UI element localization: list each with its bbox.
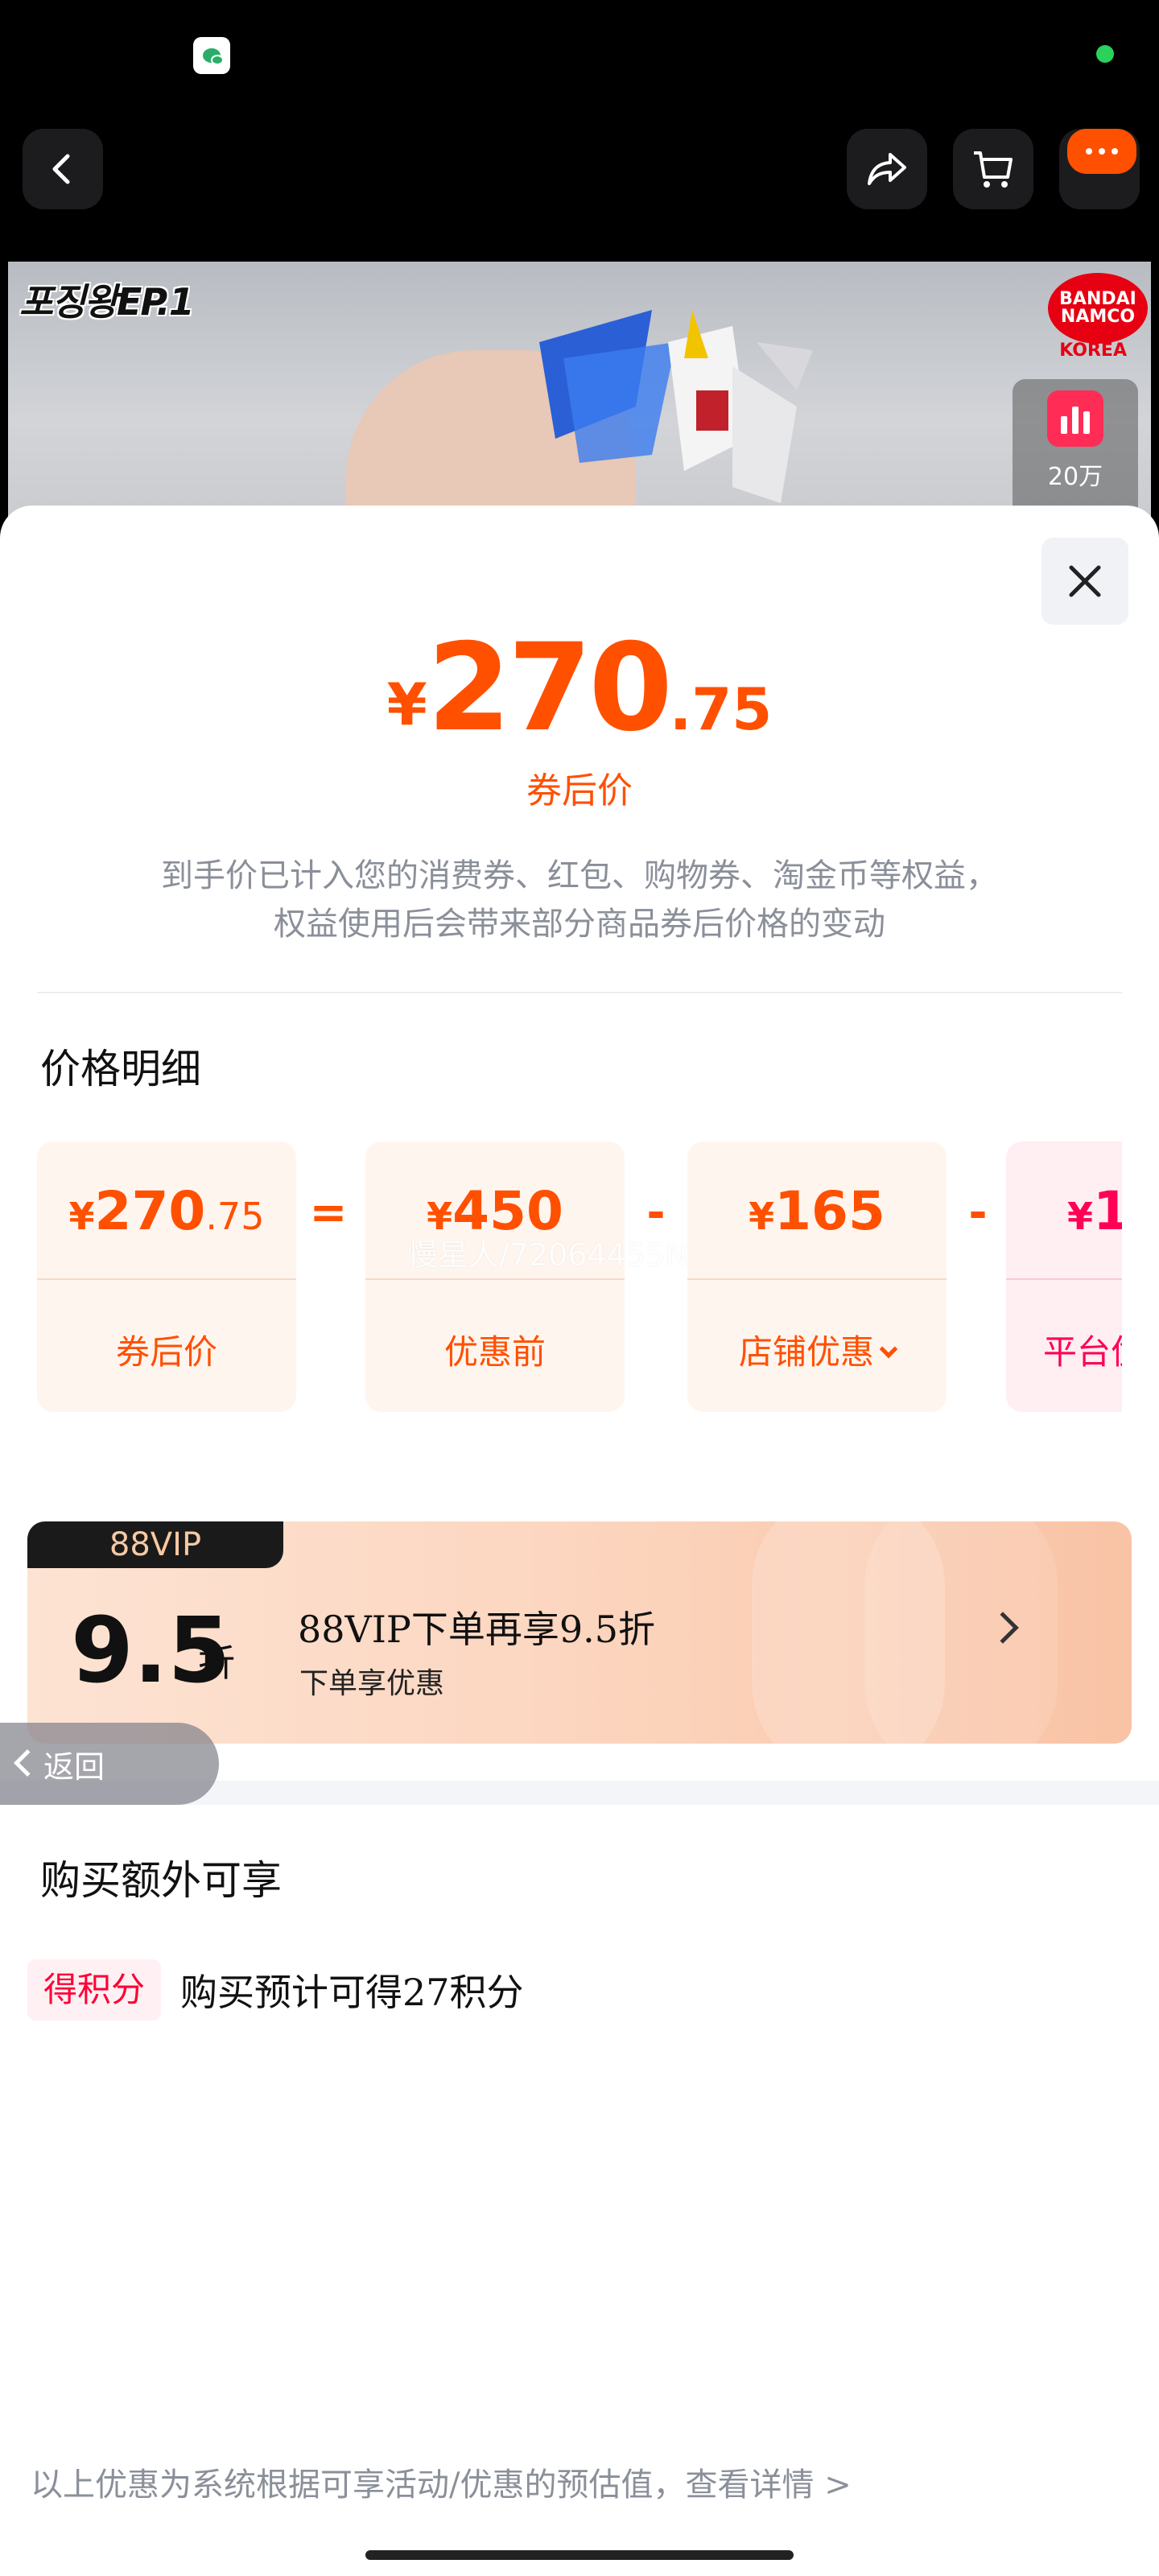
cart-button[interactable]: [953, 129, 1033, 209]
points-tag: 得积分: [27, 1959, 162, 2021]
breakdown-label: 券后价: [115, 1332, 217, 1372]
vip-discount-banner[interactable]: 88VIP 9.5 折 88VIP下单再享9.5折 下单享优惠: [27, 1521, 1132, 1744]
floating-back-button[interactable]: 返回: [0, 1723, 219, 1805]
share-icon: [868, 153, 906, 185]
points-benefit: 得积分 购买预计可得27积分: [27, 1959, 524, 2021]
brand-line-2: NAMCO: [1060, 307, 1136, 327]
breakdown-card-original: ¥450 优惠前: [365, 1141, 625, 1412]
message-badge[interactable]: [1067, 129, 1136, 174]
hot-count: 20万: [1047, 463, 1103, 491]
home-indicator[interactable]: [365, 2550, 794, 2560]
breakdown-label: 优惠前: [443, 1332, 546, 1372]
vip-discount-unit: 折: [198, 1641, 235, 1685]
price-breakdown[interactable]: ¥270.75 券后价 = ¥450 优惠前 - ¥165 店铺优惠 - ¥14…: [37, 1141, 1122, 1415]
points-text: 购买预计可得27积分: [180, 1971, 524, 2014]
extra-benefits-title: 购买额外可享: [40, 1857, 282, 1904]
minus-operator: -: [968, 1187, 988, 1239]
store-discount-label: 店铺优惠: [738, 1332, 874, 1372]
top-nav: [0, 121, 1159, 254]
bandai-namco-logo: BANDAI NAMCO: [1048, 273, 1148, 344]
amount: 165: [774, 1180, 885, 1242]
chevron-left-icon: [14, 1749, 41, 1777]
breakdown-card-after-coupon: ¥270.75 券后价: [37, 1141, 296, 1412]
currency: ¥: [68, 1195, 95, 1238]
recording-indicator-icon: [1096, 45, 1114, 63]
wechat-notification-icon: [193, 37, 230, 74]
back-icon: [52, 154, 70, 184]
close-icon: [1069, 565, 1101, 597]
video-logo: 포징왕EP.1: [19, 280, 195, 324]
brand-line-1: BANDAI: [1059, 289, 1136, 309]
watermark: 慢星人/72064455N: [407, 1237, 688, 1273]
price-caption: 券后价: [526, 770, 633, 811]
hot-ranking-chip[interactable]: 20万: [1013, 379, 1138, 524]
amount: 14: [1093, 1180, 1122, 1242]
price-detail-sheet: ¥270.75 券后价 到手价已计入您的消费券、红包、购物券、淘金币等权益， 权…: [0, 506, 1159, 2576]
price-integer: 270: [427, 618, 673, 758]
close-button[interactable]: [1041, 538, 1128, 625]
brand-region: KOREA: [1059, 341, 1127, 361]
cart-icon: [974, 151, 1013, 188]
vip-title: 88VIP下单再享9.5折: [298, 1608, 656, 1651]
divider: [37, 992, 1122, 993]
gundam-model-image: [539, 310, 813, 503]
currency: ¥: [1067, 1195, 1094, 1238]
ranking-icon: [1047, 390, 1103, 447]
breakdown-card-store-discount[interactable]: ¥165 店铺优惠: [687, 1141, 947, 1412]
back-button[interactable]: [23, 129, 103, 209]
breakdown-card-platform-discount[interactable]: ¥14 平台优惠: [1006, 1141, 1122, 1412]
vip-tag: 88VIP: [27, 1521, 283, 1568]
price-decimal: .75: [669, 675, 773, 743]
price-currency: ¥: [386, 671, 427, 738]
share-button[interactable]: [847, 129, 927, 209]
status-bar: [0, 0, 1159, 121]
price-note: 到手价已计入您的消费券、红包、购物券、淘金币等权益， 权益使用后会带来部分商品券…: [80, 852, 1079, 948]
price-detail-title: 价格明细: [40, 1046, 201, 1092]
final-price: ¥270.75: [0, 618, 1159, 758]
chevron-down-icon: [879, 1340, 898, 1359]
floating-back-label: 返回: [43, 1748, 105, 1785]
equals-operator: =: [309, 1187, 348, 1239]
price-note-line-1: 到手价已计入您的消费券、红包、购物券、淘金币等权益，: [161, 857, 998, 894]
amount: 270: [94, 1180, 206, 1242]
amount-decimal: .75: [205, 1195, 265, 1238]
breakdown-label: 店铺优惠: [687, 1325, 947, 1374]
breakdown-label: 平台优惠: [1043, 1332, 1122, 1372]
view-details-link[interactable]: 以上优惠为系统根据可享活动/优惠的预估值，查看详情 >: [31, 2458, 852, 2505]
vip-subtitle: 下单享优惠: [299, 1667, 445, 1700]
currency: ¥: [749, 1195, 775, 1238]
product-preview: 포징왕EP.1 BANDAI NAMCO KOREA 20万: [8, 262, 1151, 527]
price-note-line-2: 权益使用后会带来部分商品券后价格的变动: [274, 906, 885, 943]
